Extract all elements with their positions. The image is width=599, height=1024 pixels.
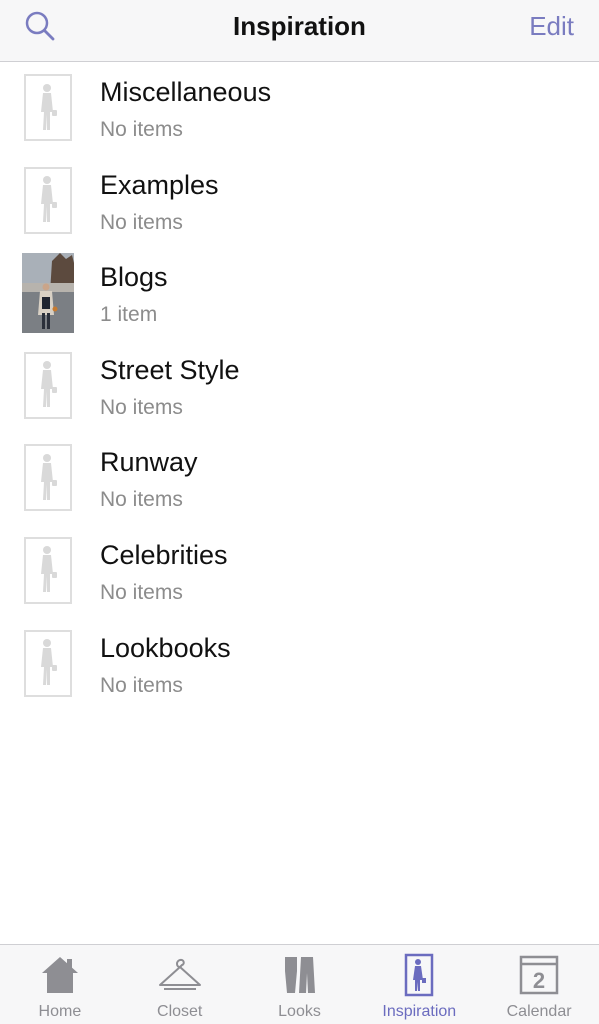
album-title: Examples xyxy=(100,169,219,200)
tab-label: Home xyxy=(38,1003,82,1020)
tab-bar: Home Closet Looks Inspiration 2 Calendar xyxy=(0,944,599,1024)
album-list: Miscellaneous No items Examples No items xyxy=(0,62,599,710)
album-row-blogs[interactable]: Blogs 1 item xyxy=(0,247,599,340)
figure-placeholder-icon xyxy=(24,74,72,141)
figure-placeholder-icon xyxy=(24,166,72,234)
page-title: Inspiration xyxy=(233,11,366,41)
album-row-lookbooks[interactable]: Lookbooks No items xyxy=(0,618,599,711)
album-count: No items xyxy=(100,395,183,419)
tab-label: Looks xyxy=(278,1003,321,1020)
album-count: No items xyxy=(100,488,183,512)
album-row-examples[interactable]: Examples No items xyxy=(0,155,599,248)
tab-inspiration[interactable]: Inspiration xyxy=(359,945,479,1024)
album-title: Celebrities xyxy=(100,539,228,570)
album-row-runway[interactable]: Runway No items xyxy=(0,432,599,525)
album-count: No items xyxy=(100,580,183,604)
tab-label: Inspiration xyxy=(382,1003,457,1020)
album-count: 1 item xyxy=(100,303,158,327)
tab-label: Closet xyxy=(157,1003,203,1020)
hanger-icon xyxy=(158,953,202,997)
navigation-bar: Inspiration Edit xyxy=(0,0,599,62)
figure-placeholder-icon xyxy=(24,536,72,604)
album-count: No items xyxy=(100,210,183,234)
album-title: Runway xyxy=(100,447,198,478)
album-title: Blogs xyxy=(100,262,168,293)
album-title: Lookbooks xyxy=(100,632,231,663)
figure-placeholder-icon xyxy=(24,629,72,697)
album-row-celebrities[interactable]: Celebrities No items xyxy=(0,525,599,618)
edit-button[interactable]: Edit xyxy=(529,11,574,42)
album-row-miscellaneous[interactable]: Miscellaneous No items xyxy=(0,62,599,155)
album-count: No items xyxy=(100,118,183,141)
tab-closet[interactable]: Closet xyxy=(120,945,240,1024)
calendar-day-number: 2 xyxy=(533,968,545,993)
album-row-street-style[interactable]: Street Style No items xyxy=(0,340,599,433)
calendar-icon: 2 xyxy=(517,953,561,997)
tab-calendar[interactable]: 2 Calendar xyxy=(479,945,599,1024)
looks-icon xyxy=(277,953,321,997)
album-title: Miscellaneous xyxy=(100,77,272,107)
figure-placeholder-icon xyxy=(24,444,72,512)
album-title: Street Style xyxy=(100,354,240,385)
inspiration-icon xyxy=(397,953,441,997)
tab-looks[interactable]: Looks xyxy=(240,945,360,1024)
tab-label: Calendar xyxy=(506,1003,572,1020)
tab-home[interactable]: Home xyxy=(0,945,120,1024)
album-count: No items xyxy=(100,673,183,697)
home-icon xyxy=(38,953,82,997)
album-photo-thumbnail xyxy=(22,253,74,334)
figure-placeholder-icon xyxy=(24,351,72,419)
